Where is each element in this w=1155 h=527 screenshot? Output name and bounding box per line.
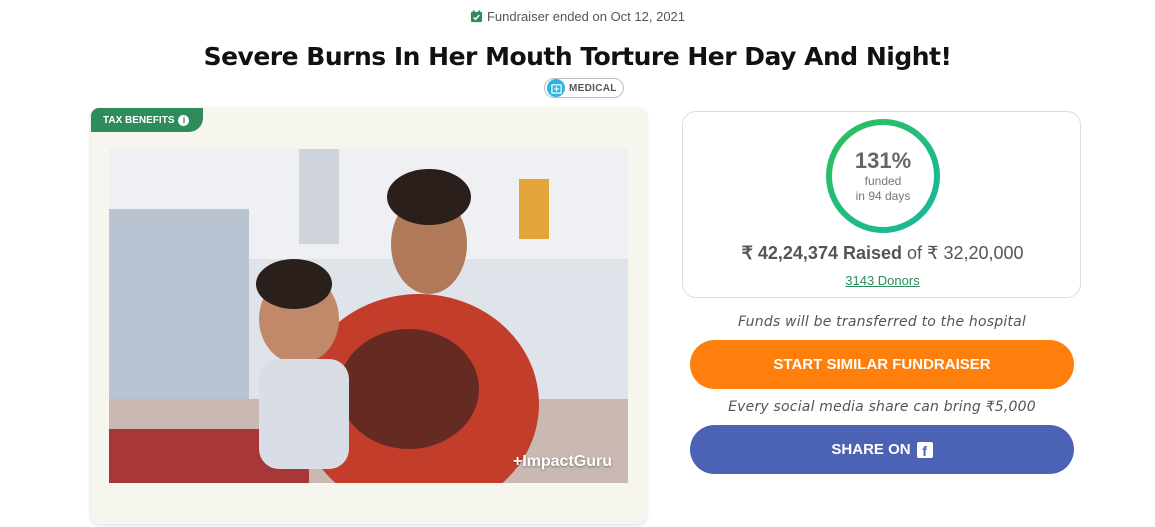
raised-summary: ₹ 42,24,374 Raised of ₹ 32,20,000 bbox=[683, 243, 1082, 264]
status-text: Fundraiser ended on Oct 12, 2021 bbox=[486, 9, 686, 24]
photo-illustration bbox=[109, 149, 628, 483]
start-button-label: START SIMILAR FUNDRAISER bbox=[773, 356, 991, 373]
percent-funded: 131% bbox=[854, 148, 912, 173]
info-icon[interactable]: i bbox=[178, 114, 190, 126]
impactguru-watermark: +ImpactGuru bbox=[512, 453, 612, 470]
tax-benefits-tab[interactable]: TAX BENEFITS i bbox=[91, 108, 203, 132]
fundraiser-photo[interactable]: +ImpactGuru bbox=[109, 149, 628, 483]
raised-amount: ₹ 42,24,374 Raised bbox=[741, 243, 902, 263]
start-similar-fundraiser-button[interactable]: START SIMILAR FUNDRAISER bbox=[690, 340, 1074, 389]
funded-label: funded bbox=[864, 174, 902, 188]
category-label: MEDICAL bbox=[569, 82, 617, 94]
donors-link[interactable]: 3143 Donors bbox=[683, 273, 1082, 288]
progress-ring-text: 131% funded in 94 days bbox=[824, 117, 942, 235]
share-facebook-button[interactable]: SHARE ON f bbox=[690, 425, 1074, 474]
share-button-label: SHARE ON bbox=[831, 441, 911, 458]
facebook-icon: f bbox=[916, 441, 933, 458]
goal-amount: of ₹ 32,20,000 bbox=[907, 243, 1024, 263]
media-card: TAX BENEFITS i +ImpactGuru bbox=[91, 108, 646, 524]
category-badge: MEDICAL bbox=[544, 78, 624, 98]
share-note: Every social media share can bring ₹5,00… bbox=[728, 399, 1036, 415]
calendar-check-icon bbox=[470, 10, 483, 23]
transfer-note: Funds will be transferred to the hospita… bbox=[738, 314, 1026, 330]
tax-benefits-label: TAX BENEFITS bbox=[103, 114, 175, 126]
fundraiser-status: Fundraiser ended on Oct 12, 2021 bbox=[0, 9, 1155, 24]
days-label: in 94 days bbox=[855, 189, 911, 203]
funding-stats-card: 131% funded in 94 days ₹ 42,24,374 Raise… bbox=[682, 111, 1081, 298]
page-title: Severe Burns In Her Mouth Torture Her Da… bbox=[203, 42, 952, 71]
hospital-icon bbox=[547, 79, 565, 97]
